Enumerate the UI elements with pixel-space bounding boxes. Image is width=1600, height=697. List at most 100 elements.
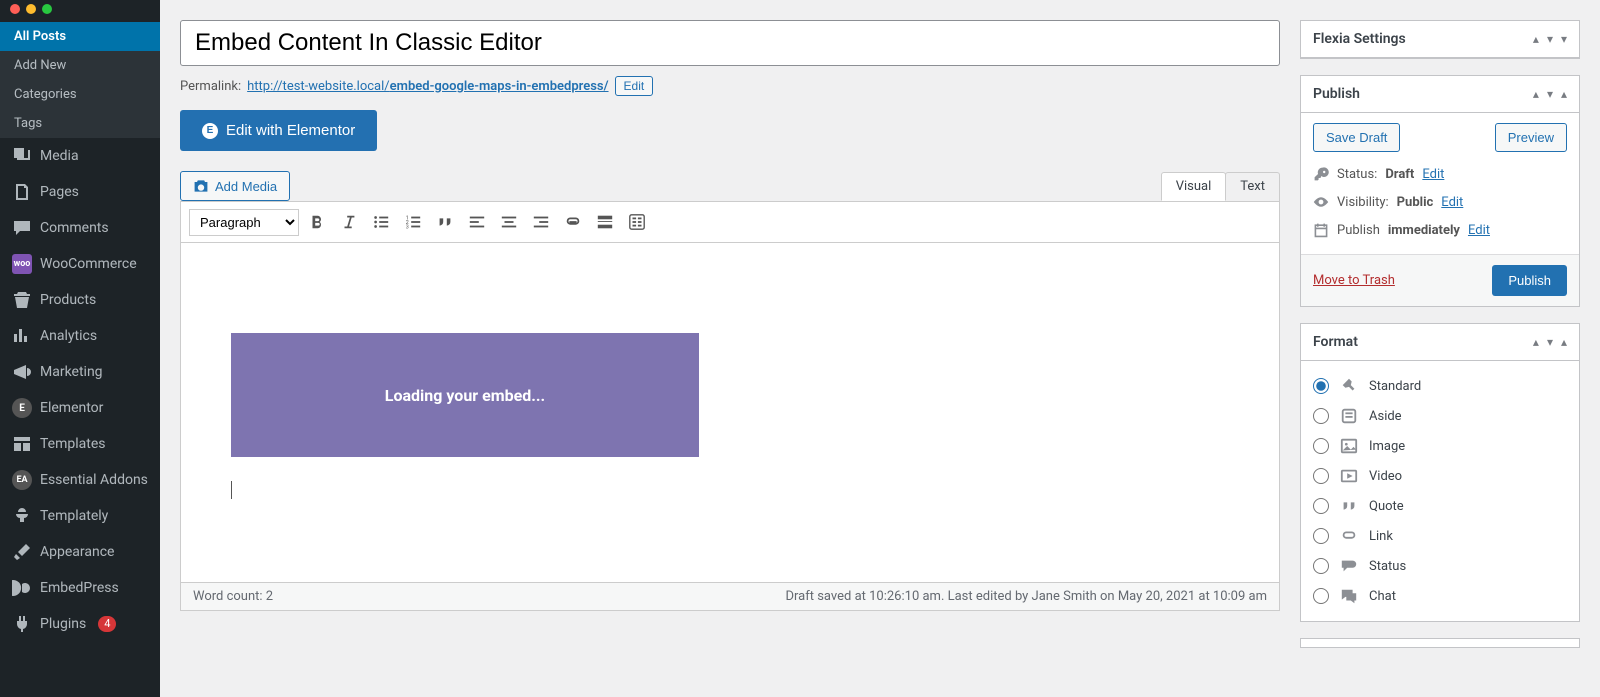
format-label: Quote [1369,499,1404,514]
panel-toggle-icon[interactable]: ▴ [1561,87,1567,101]
format-radio[interactable] [1313,528,1329,544]
image-icon [1339,436,1359,456]
format-option-aside[interactable]: Aside [1313,401,1567,431]
plugins-icon [12,614,32,634]
toolbar-toggle-button[interactable] [623,208,651,236]
publish-button[interactable]: Publish [1492,265,1567,296]
tab-visual[interactable]: Visual [1161,172,1227,201]
add-media-label: Add Media [215,179,277,194]
window-minimize-dot[interactable] [26,4,36,14]
panel-toggle-icon[interactable]: ▾ [1561,32,1567,46]
permalink-edit-button[interactable]: Edit [615,76,654,96]
format-option-quote[interactable]: Quote [1313,491,1567,521]
sidebar-item-woocommerce[interactable]: wooWooCommerce [0,246,160,282]
readmore-button[interactable] [591,208,619,236]
sidebar-item-analytics[interactable]: Analytics [0,318,160,354]
save-draft-button[interactable]: Save Draft [1313,123,1400,152]
sidebar-item-media[interactable]: Media [0,138,160,174]
permalink-link[interactable]: http://test-website.local/embed-google-m… [247,79,608,94]
edit-schedule-link[interactable]: Edit [1468,223,1490,238]
window-zoom-dot[interactable] [42,4,52,14]
panel-up-icon[interactable]: ▴ [1533,87,1539,101]
format-option-video[interactable]: Video [1313,461,1567,491]
format-option-standard[interactable]: Standard [1313,371,1567,401]
format-radio[interactable] [1313,378,1329,394]
autosave-status: Draft saved at 10:26:10 am. Last edited … [785,589,1267,604]
sidebar-item-embedpress[interactable]: EmbedPress [0,570,160,606]
sidebar-sub-categories[interactable]: Categories [0,80,160,109]
format-radio[interactable] [1313,468,1329,484]
window-close-dot[interactable] [10,4,20,14]
sidebar-item-elementor[interactable]: EElementor [0,390,160,426]
sidebar-item-products[interactable]: Products [0,282,160,318]
format-radio[interactable] [1313,588,1329,604]
ea-icon: EA [12,470,32,490]
sidebar-item-label: EmbedPress [40,580,119,596]
editor-canvas[interactable]: Loading your embed... [180,243,1280,583]
move-to-trash-link[interactable]: Move to Trash [1313,273,1395,288]
format-option-chat[interactable]: Chat [1313,581,1567,611]
sidebar-item-pages[interactable]: Pages [0,174,160,210]
format-option-link[interactable]: Link [1313,521,1567,551]
sidebar-item-appearance[interactable]: Appearance [0,534,160,570]
sidebar-item-comments[interactable]: Comments [0,210,160,246]
sidebar-item-templately[interactable]: Templately [0,498,160,534]
format-radio[interactable] [1313,438,1329,454]
numbered-list-button[interactable]: 123 [399,208,427,236]
format-radio[interactable] [1313,408,1329,424]
format-option-status[interactable]: Status [1313,551,1567,581]
post-title-input[interactable] [180,20,1280,66]
bullet-list-button[interactable] [367,208,395,236]
add-media-button[interactable]: Add Media [180,171,290,201]
embed-loading-placeholder: Loading your embed... [231,333,699,457]
align-left-button[interactable] [463,208,491,236]
italic-button[interactable] [335,208,363,236]
panel-down-icon[interactable]: ▾ [1547,87,1553,101]
format-label: Status [1369,559,1406,574]
sidebar-item-marketing[interactable]: Marketing [0,354,160,390]
panel-down-icon[interactable]: ▾ [1547,335,1553,349]
sidebar-item-templates[interactable]: Templates [0,426,160,462]
panel-up-icon[interactable]: ▴ [1533,32,1539,46]
editor-status-bar: Word count: 2 Draft saved at 10:26:10 am… [180,583,1280,611]
align-right-button[interactable] [527,208,555,236]
edit-status-link[interactable]: Edit [1422,167,1444,182]
permalink-row: Permalink: http://test-website.local/emb… [180,76,1280,96]
format-select[interactable]: Paragraph [189,209,299,236]
key-icon [1313,166,1329,182]
permalink-label: Permalink: [180,79,241,94]
sidebar-item-plugins[interactable]: Plugins4 [0,606,160,642]
sidebar-sub-tags[interactable]: Tags [0,109,160,138]
preview-button[interactable]: Preview [1495,123,1567,152]
publish-schedule-row: Publish immediately Edit [1313,216,1567,244]
blockquote-button[interactable] [431,208,459,236]
edit-with-elementor-button[interactable]: E Edit with Elementor [180,110,377,151]
window-titlebar [0,0,1600,18]
link-button[interactable] [559,208,587,236]
panel-toggle-icon[interactable]: ▴ [1561,335,1567,349]
status-icon [1339,556,1359,576]
format-label: Link [1369,529,1393,544]
sidebar-item-essentialaddons[interactable]: EAEssential Addons [0,462,160,498]
calendar-icon [1313,222,1329,238]
format-radio[interactable] [1313,498,1329,514]
bold-button[interactable] [303,208,331,236]
format-radio[interactable] [1313,558,1329,574]
format-label: Image [1369,439,1405,454]
embedpress-icon [12,578,32,598]
templately-icon [12,506,32,526]
sidebar-item-label: Appearance [40,544,114,560]
sidebar-sub-allposts[interactable]: All Posts [0,22,160,51]
sidebar-sub-addnew[interactable]: Add New [0,51,160,80]
panel-title: Publish [1313,86,1360,102]
tab-text[interactable]: Text [1225,172,1280,201]
align-center-button[interactable] [495,208,523,236]
sidebar-item-label: Pages [40,184,79,200]
panel-up-icon[interactable]: ▴ [1533,335,1539,349]
edit-visibility-link[interactable]: Edit [1441,195,1463,210]
panel-title: Format [1313,334,1358,350]
panel-down-icon[interactable]: ▾ [1547,32,1553,46]
panel-collapsed-next [1300,638,1580,648]
format-option-image[interactable]: Image [1313,431,1567,461]
sidebar-item-label: Marketing [40,364,103,380]
